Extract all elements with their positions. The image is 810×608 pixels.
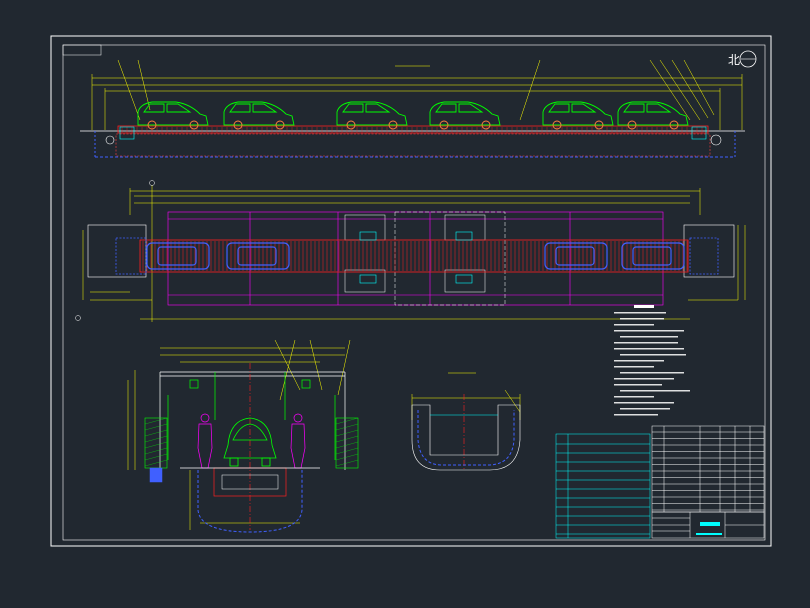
title-block	[651, 511, 765, 539]
side-dimension-lines	[91, 59, 743, 130]
side-car-icon	[137, 101, 209, 130]
side-car-icon	[617, 101, 689, 130]
top-car-icon	[226, 242, 290, 270]
north-arrow-icon: 北	[728, 50, 757, 68]
section-b	[411, 372, 521, 471]
section-a	[127, 339, 359, 533]
plan-dimension-lines	[82, 185, 746, 322]
cad-drawing-canvas[interactable]: 北	[0, 0, 810, 608]
corner-box	[62, 44, 102, 56]
worker-left-icon	[197, 413, 213, 469]
section-a-dimensions	[127, 339, 351, 530]
north-label: 北	[728, 53, 740, 67]
top-car-icon	[621, 242, 685, 270]
side-car-icon	[336, 101, 408, 130]
plan-view	[75, 180, 746, 322]
parts-table	[651, 425, 765, 513]
left-table	[555, 433, 651, 539]
plan-grid-lines	[167, 211, 664, 306]
technical-notes	[614, 305, 690, 416]
side-car-icon	[542, 101, 614, 130]
worker-right-icon	[290, 413, 306, 469]
side-car-icon	[429, 101, 501, 130]
top-car-icon	[544, 242, 608, 270]
side-elevation	[80, 59, 745, 158]
side-car-icon	[223, 101, 295, 130]
top-car-icon	[146, 242, 210, 270]
